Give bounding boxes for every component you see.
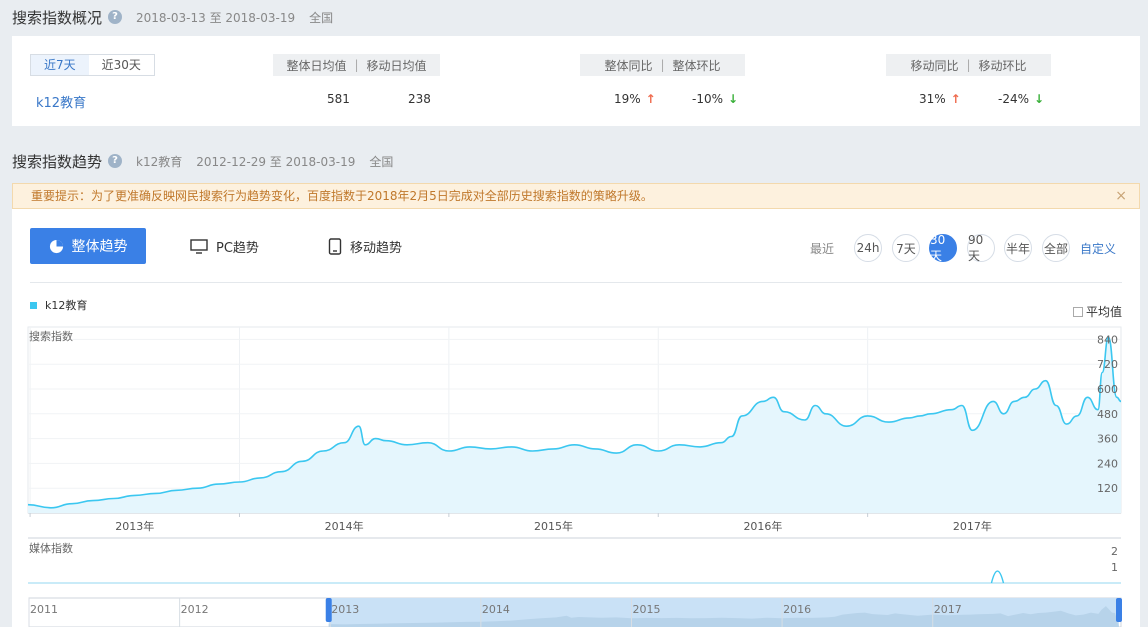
navigator-tick-label: 2017 xyxy=(934,603,962,616)
y-tick-label: 360 xyxy=(1097,433,1118,446)
navigator-handle xyxy=(1116,598,1122,622)
media-chart: 12 xyxy=(28,545,1121,584)
navigator-tick-label: 2013 xyxy=(331,603,359,616)
y-tick-label: 120 xyxy=(1097,482,1118,495)
x-axis: 2013年 2014年 2015年 2016年 2017年 xyxy=(29,513,992,533)
navigator-tick-label: 2014 xyxy=(482,603,510,616)
y-tick-label: 240 xyxy=(1097,457,1118,470)
navigator-handle xyxy=(325,598,332,622)
x-tick-label: 2015年 xyxy=(534,519,573,533)
x-tick-label: 2014年 xyxy=(325,519,364,533)
y-tick-label: 720 xyxy=(1097,358,1118,371)
navigator[interactable]: 2011 2012 2013 2014 2015 2016 2017 xyxy=(28,597,1122,627)
y-tick-label: 480 xyxy=(1097,408,1118,421)
media-index-label: 媒体指数 xyxy=(29,541,73,555)
y-tick-label: 600 xyxy=(1097,383,1118,396)
media-y-tick: 1 xyxy=(1111,561,1118,574)
media-y-tick: 2 xyxy=(1111,545,1118,558)
navigator-tick-label: 2016 xyxy=(783,603,811,616)
x-tick-label: 2013年 xyxy=(115,519,154,533)
trend-chart[interactable]: 120240360480600720840 2013年 2014年 2015年 201… xyxy=(0,0,1148,627)
navigator-tick-label: 2015 xyxy=(632,603,660,616)
navigator-tick-label: 2012 xyxy=(181,603,209,616)
x-tick-label: 2017年 xyxy=(953,519,992,533)
x-tick-label: 2016年 xyxy=(743,519,782,533)
navigator-tick-label: 2011 xyxy=(30,603,58,616)
media-peak xyxy=(990,570,1005,584)
search-index-label: 搜索指数 xyxy=(29,329,73,343)
y-tick-label: 840 xyxy=(1097,333,1118,346)
